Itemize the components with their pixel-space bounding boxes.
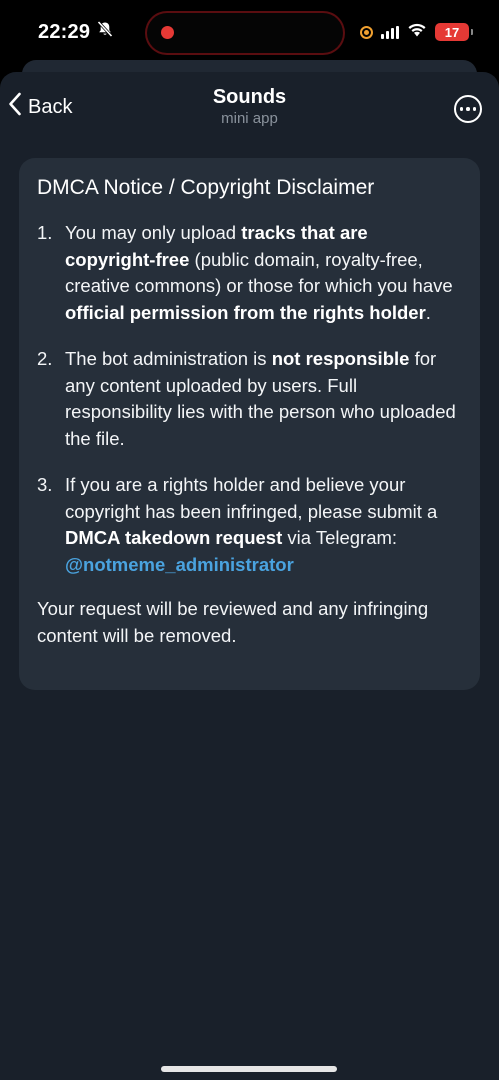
silent-bell-icon [96,20,114,44]
more-icon[interactable] [454,95,482,123]
privacy-indicator-icon [360,25,373,39]
wifi-icon [407,22,427,42]
bold-text-segment: official permission from the rights hold… [65,301,426,323]
dmca-notice-card: DMCA Notice / Copyright Disclaimer 1. Yo… [19,158,480,690]
page-title: Sounds [212,86,287,108]
status-time-group: 22:29 [38,20,114,44]
status-bar: 22:29 17 [0,0,499,66]
list-item: 2. The bot administration is not respons… [37,346,462,452]
battery-icon: 17 [435,23,473,41]
status-right: 17 [360,22,473,42]
list-item-text: The bot administration is not responsibl… [65,346,462,452]
telegram-admin-link[interactable]: @notmeme_administrator [65,554,294,575]
text-segment: You may only upload [65,222,242,243]
bold-text-segment: DMCA takedown request [65,527,283,548]
cellular-signal-icon [381,25,399,39]
list-item-number: 2. [37,348,53,369]
battery-level: 17 [444,24,460,40]
list-item-number: 1. [37,222,53,243]
text-segment: . [425,301,431,323]
list-item-text: If you are a rights holder and believe y… [65,472,462,578]
footer-text: Your request will be reviewed and any in… [37,598,429,646]
nav-bar: Back Sounds mini app [0,72,499,148]
page-subtitle: mini app [221,110,278,127]
list-item: 3. If you are a rights holder and believ… [37,472,462,578]
list-item: 1. You may only upload tracks that are c… [37,220,462,326]
mini-app-sheet: Back Sounds mini app DMCA Notice / Copyr… [0,72,499,1080]
card-title: DMCA Notice / Copyright Disclaimer [37,176,375,199]
recording-dot-icon [161,26,174,39]
text-segment: via Telegram: [282,527,398,548]
text-segment: The bot administration is [65,348,272,369]
home-indicator[interactable] [161,1066,337,1072]
notice-list: 1. You may only upload tracks that are c… [37,220,462,578]
bold-text-segment: not responsible [271,348,410,369]
text-segment: If you are a rights holder and believe y… [65,474,438,522]
list-item-text: You may only upload tracks that are copy… [65,220,462,326]
list-item-number: 3. [37,474,53,495]
status-time: 22:29 [38,20,91,43]
dynamic-island [145,11,345,55]
screen: 22:29 17 Back Sounds mini app DMCA Notic… [0,0,499,1080]
